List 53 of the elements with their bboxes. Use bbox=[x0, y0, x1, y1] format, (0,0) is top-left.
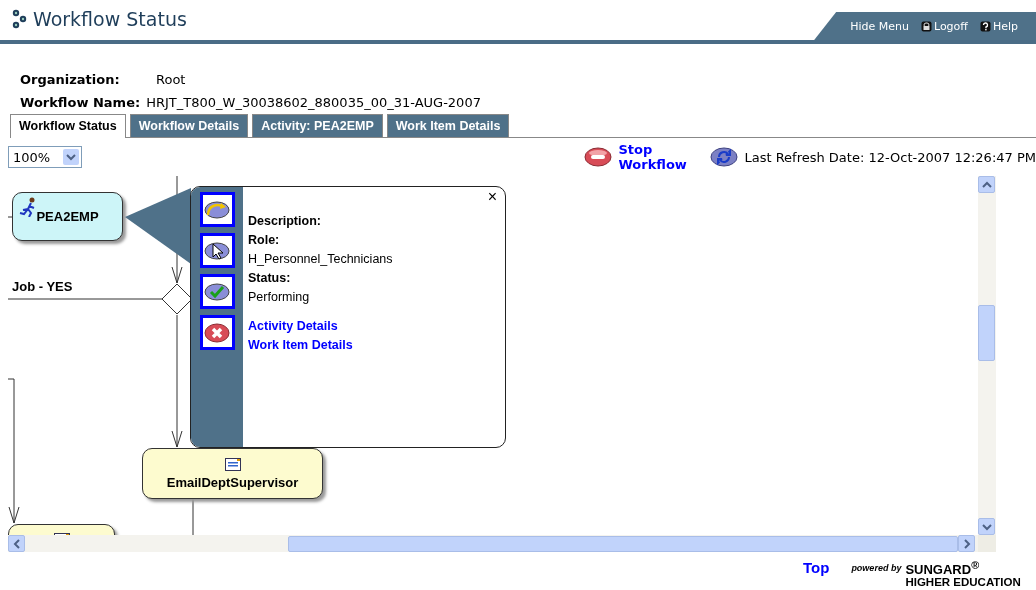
top-link[interactable]: Top bbox=[803, 559, 830, 576]
detail-link[interactable]: Activity Details bbox=[248, 317, 338, 336]
help-icon bbox=[979, 20, 991, 32]
stop-icon[interactable] bbox=[584, 147, 613, 167]
field-label: Description: bbox=[248, 213, 322, 230]
field-value: H_Personnel_Technicians bbox=[248, 251, 394, 268]
brand-name: SUNGARD$^{®}$ bbox=[905, 559, 981, 577]
vertical-scrollbar[interactable] bbox=[978, 176, 996, 535]
last-refresh-date: Last Refresh Date: 12-Oct-2007 12:26:47 PM bbox=[744, 149, 1036, 165]
field-label: Status: bbox=[248, 270, 292, 287]
scrollbar-corner bbox=[978, 535, 996, 552]
close-button[interactable]: × bbox=[487, 187, 497, 206]
connector-line bbox=[8, 216, 13, 218]
action-button[interactable] bbox=[199, 192, 235, 227]
scroll-right-icon[interactable] bbox=[961, 537, 972, 550]
menu-link[interactable]: Hide Menu bbox=[850, 19, 909, 33]
tab[interactable]: Workflow Details bbox=[129, 114, 249, 137]
powered-by-text: powered by bbox=[851, 563, 902, 573]
lock-icon bbox=[920, 20, 932, 32]
field-value: HRJT_T800_W_30038602_880035_00_31-AUG-2007 bbox=[146, 95, 481, 110]
node-label: EmailDeptSupervisor bbox=[166, 474, 299, 490]
zoom-dropdown[interactable]: 100% bbox=[8, 146, 82, 168]
page-title: Workflow Status bbox=[33, 8, 187, 30]
scroll-thumb[interactable] bbox=[288, 535, 958, 552]
action-button[interactable] bbox=[199, 315, 235, 350]
refresh-icon[interactable] bbox=[710, 147, 739, 167]
form-icon bbox=[224, 457, 241, 471]
horizontal-scrollbar[interactable] bbox=[8, 535, 978, 552]
field-label: Organization: bbox=[20, 72, 121, 87]
scroll-down-icon[interactable] bbox=[979, 521, 994, 532]
action-button[interactable] bbox=[199, 233, 235, 268]
action-button[interactable] bbox=[199, 274, 235, 309]
dots-logo-icon bbox=[12, 9, 27, 29]
stop-workflow-link[interactable]: Stop Workflow bbox=[618, 142, 695, 172]
field-value: Performing bbox=[248, 289, 311, 306]
field-value: Root bbox=[156, 72, 186, 87]
node-label: PEA2EMP bbox=[36, 209, 99, 224]
field-label: Role: bbox=[248, 232, 281, 249]
tab[interactable]: Activity: PEA2EMP bbox=[252, 114, 383, 137]
menu-link[interactable]: Help bbox=[979, 19, 1018, 33]
scroll-thumb[interactable] bbox=[978, 305, 995, 361]
tab[interactable]: Workflow Status bbox=[10, 114, 126, 138]
edge-label: Job - YES bbox=[12, 279, 73, 294]
tab[interactable]: Work Item Details bbox=[386, 114, 510, 137]
field-label: Workflow Name: bbox=[20, 95, 141, 110]
workflow-node[interactable]: PEA2EMP bbox=[12, 192, 123, 241]
connector-line bbox=[192, 498, 194, 535]
workflow-node[interactable]: EmailDeptSupervisor bbox=[142, 448, 323, 499]
scroll-left-icon[interactable] bbox=[11, 537, 22, 550]
menu-link[interactable]: Logoff bbox=[920, 19, 968, 33]
detail-link[interactable]: Work Item Details bbox=[248, 336, 353, 355]
brand-tagline: HIGHER EDUCATION bbox=[905, 576, 1021, 589]
runner-icon bbox=[19, 197, 37, 217]
